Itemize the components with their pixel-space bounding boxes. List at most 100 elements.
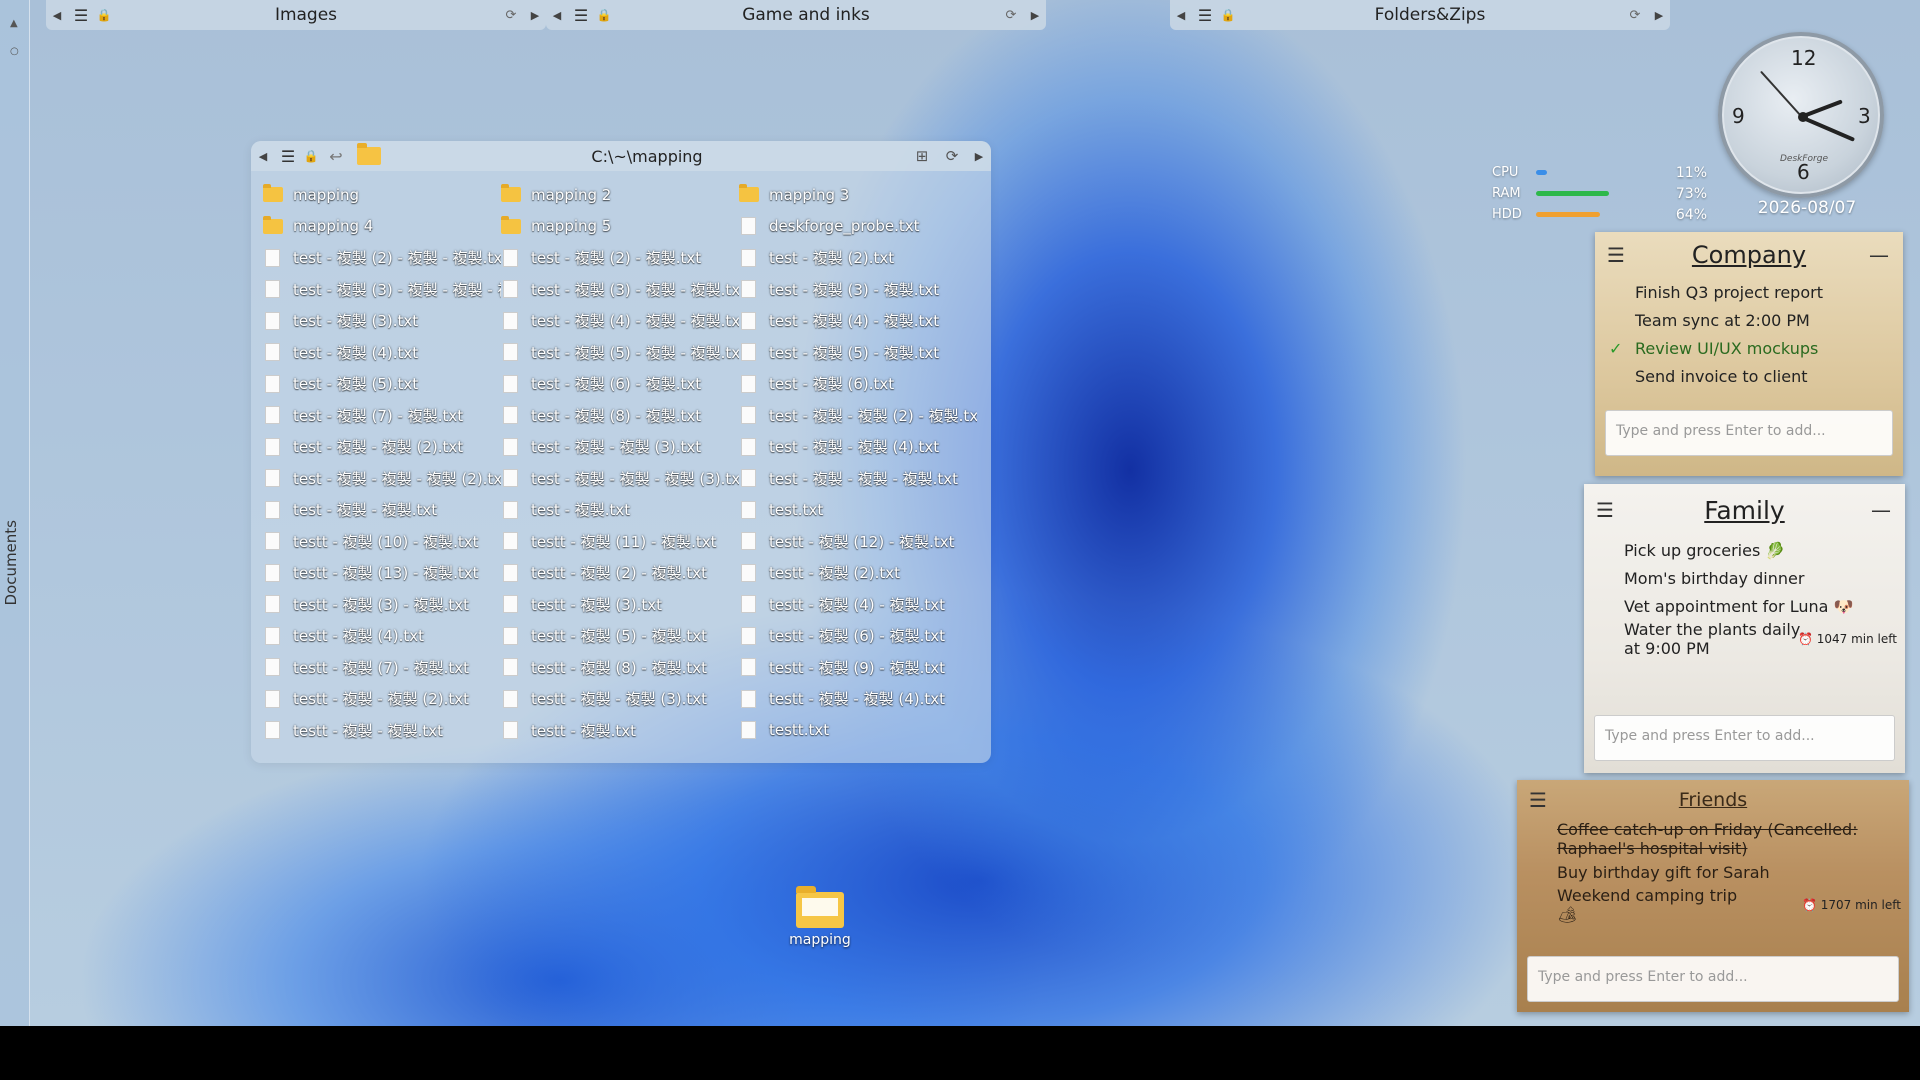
file-item[interactable]: test - 複製 (5) - 複製.txt	[739, 337, 977, 369]
file-item[interactable]: testt - 複製 - 複製.txt	[263, 715, 501, 747]
file-item[interactable]: test - 複製 (2) - 複製.txt	[501, 242, 739, 274]
file-item[interactable]: test - 複製 - 複製 (4).txt	[739, 431, 977, 463]
minimize-icon[interactable]: —	[1871, 498, 1891, 522]
menu-icon[interactable]: ☰	[1192, 6, 1218, 25]
file-item[interactable]: test - 複製 - 複製 - 複製 (3).txt	[501, 463, 739, 495]
lock-icon[interactable]: 🔒	[1218, 8, 1238, 22]
prev-arrow-icon[interactable]: ◀	[546, 9, 568, 22]
file-item[interactable]: testt - 複製 (9) - 複製.txt	[739, 652, 977, 684]
prev-arrow-icon[interactable]: ◀	[251, 150, 275, 163]
refresh-icon[interactable]: ○	[10, 46, 19, 57]
todo-item[interactable]: Send invoice to client	[1595, 362, 1903, 390]
folder-icon[interactable]	[796, 886, 844, 928]
file-item[interactable]: testt - 複製 (13) - 複製.txt	[263, 557, 501, 589]
fence-game-and-inks[interactable]: ◀ ☰ 🔒 Game and inks ⟳ ▶	[546, 0, 1046, 30]
refresh-icon[interactable]: ⟳	[937, 147, 967, 165]
lock-icon[interactable]: 🔒	[594, 8, 614, 22]
window-titlebar[interactable]: ◀ ☰ 🔒 ↩ C:\~\mapping ⊞ ⟳ ▶	[251, 141, 991, 171]
folder-item[interactable]: mapping 3	[739, 179, 977, 211]
todo-friends[interactable]: ☰ Friends Coffee catch-up on Friday (Can…	[1517, 780, 1909, 1012]
refresh-icon[interactable]: ⟳	[998, 8, 1024, 23]
grid-view-icon[interactable]: ⊞	[907, 147, 937, 165]
add-task-input[interactable]: Type and press Enter to add...	[1527, 956, 1899, 1002]
file-item[interactable]: testt - 複製 (3).txt	[501, 589, 739, 621]
file-item[interactable]: test - 複製 - 複製 (3).txt	[501, 431, 739, 463]
lock-icon[interactable]: 🔒	[94, 8, 114, 22]
todo-item[interactable]: Weekend camping trip 🏕 ⏰ 1707 min left	[1517, 886, 1909, 924]
file-item[interactable]: test - 複製 - 複製 - 複製 (2).txt	[263, 463, 501, 495]
menu-icon[interactable]: ☰	[1529, 788, 1547, 812]
file-item[interactable]: test - 複製.txt	[501, 494, 739, 526]
todo-item[interactable]: Mom's birthday dinner	[1584, 564, 1905, 592]
todo-item[interactable]: Buy birthday gift for Sarah	[1517, 858, 1909, 886]
file-item[interactable]: test - 複製 - 複製 (2) - 複製.txt	[739, 400, 977, 432]
menu-icon[interactable]: ☰	[1596, 498, 1614, 522]
file-item[interactable]: testt - 複製.txt	[501, 715, 739, 747]
refresh-icon[interactable]: ⟳	[1622, 8, 1648, 23]
todo-item[interactable]: Pick up groceries 🥬	[1584, 536, 1905, 564]
file-item[interactable]: test - 複製 (4) - 複製 - 複製.txt	[501, 305, 739, 337]
file-item[interactable]: test - 複製 (6) - 複製.txt	[501, 368, 739, 400]
file-item[interactable]: testt - 複製 (10) - 複製.txt	[263, 526, 501, 558]
file-item[interactable]: test - 複製 (2).txt	[739, 242, 977, 274]
minimize-icon[interactable]: —	[1869, 243, 1889, 267]
menu-icon[interactable]: ☰	[275, 147, 301, 166]
file-item[interactable]: testt.txt	[739, 715, 977, 747]
todo-family[interactable]: ☰ Family — Pick up groceries 🥬 Mom's birt…	[1584, 484, 1905, 773]
file-item[interactable]: testt - 複製 (8) - 複製.txt	[501, 652, 739, 684]
next-arrow-icon[interactable]: ▶	[967, 150, 991, 163]
file-item[interactable]: test - 複製 (3).txt	[263, 305, 501, 337]
file-item[interactable]: test - 複製 (8) - 複製.txt	[501, 400, 739, 432]
file-item[interactable]: test - 複製 (5).txt	[263, 368, 501, 400]
file-item[interactable]: testt - 複製 (2) - 複製.txt	[501, 557, 739, 589]
folder-item[interactable]: mapping	[263, 179, 501, 211]
folder-item[interactable]: mapping 4	[263, 211, 501, 243]
todo-item[interactable]: Coffee catch-up on Friday (Cancelled: Ra…	[1517, 820, 1909, 858]
file-item[interactable]: test - 複製 - 複製 (2).txt	[263, 431, 501, 463]
file-item[interactable]: test - 複製 - 複製 - 複製.txt	[739, 463, 977, 495]
file-item[interactable]: testt - 複製 (3) - 複製.txt	[263, 589, 501, 621]
file-item[interactable]: testt - 複製 (4) - 複製.txt	[739, 589, 977, 621]
menu-icon[interactable]: ☰	[68, 6, 94, 25]
next-arrow-icon[interactable]: ▶	[1024, 9, 1046, 22]
folder-item[interactable]: mapping 2	[501, 179, 739, 211]
checkmark-icon[interactable]: ✓	[1609, 339, 1622, 358]
fence-images[interactable]: ◀ ☰ 🔒 Images ⟳ ▶	[46, 0, 546, 30]
file-item[interactable]: test - 複製 (3) - 複製 - 複製 - 複	[263, 274, 501, 306]
next-arrow-icon[interactable]: ▶	[524, 9, 546, 22]
file-item[interactable]: testt - 複製 (5) - 複製.txt	[501, 620, 739, 652]
folder-icon[interactable]	[357, 143, 381, 165]
file-item[interactable]: test - 複製 (6).txt	[739, 368, 977, 400]
file-item[interactable]: test - 複製 (3) - 複製.txt	[739, 274, 977, 306]
todo-company[interactable]: ☰ Company — Finish Q3 project report Team…	[1595, 232, 1903, 476]
prev-arrow-icon[interactable]: ◀	[1170, 9, 1192, 22]
todo-item[interactable]: ✓ Review UI/UX mockups	[1595, 334, 1903, 362]
file-item[interactable]: test - 複製 - 複製.txt	[263, 494, 501, 526]
todo-item[interactable]: Finish Q3 project report	[1595, 278, 1903, 306]
folder-window[interactable]: ◀ ☰ 🔒 ↩ C:\~\mapping ⊞ ⟳ ▶ mapping mappin…	[251, 141, 991, 763]
file-item[interactable]: test.txt	[739, 494, 977, 526]
add-task-input[interactable]: Type and press Enter to add...	[1605, 410, 1893, 456]
folder-item[interactable]: mapping 5	[501, 211, 739, 243]
next-arrow-icon[interactable]: ▶	[1648, 9, 1670, 22]
file-item[interactable]: testt - 複製 - 複製 (2).txt	[263, 683, 501, 715]
add-task-input[interactable]: Type and press Enter to add...	[1594, 715, 1895, 761]
menu-icon[interactable]: ☰	[1607, 243, 1625, 267]
file-item[interactable]: test - 複製 (5) - 複製 - 複製.txt	[501, 337, 739, 369]
file-item[interactable]: testt - 複製 (7) - 複製.txt	[263, 652, 501, 684]
file-item[interactable]: testt - 複製 - 複製 (4).txt	[739, 683, 977, 715]
file-item[interactable]: test - 複製 (2) - 複製 - 複製.txt	[263, 242, 501, 274]
collapse-arrow-icon[interactable]: ▲	[10, 18, 18, 29]
file-item[interactable]: testt - 複製 (6) - 複製.txt	[739, 620, 977, 652]
prev-arrow-icon[interactable]: ◀	[46, 9, 68, 22]
back-icon[interactable]: ↩	[321, 147, 351, 166]
documents-side-fence[interactable]: ▲ ○ Documents	[0, 0, 30, 1026]
refresh-icon[interactable]: ⟳	[498, 8, 524, 23]
file-item[interactable]: test - 複製 (4) - 複製.txt	[739, 305, 977, 337]
file-item[interactable]: testt - 複製 (11) - 複製.txt	[501, 526, 739, 558]
todo-item[interactable]: Team sync at 2:00 PM	[1595, 306, 1903, 334]
file-item[interactable]: testt - 複製 - 複製 (3).txt	[501, 683, 739, 715]
file-item[interactable]: deskforge_probe.txt	[739, 211, 977, 243]
file-item[interactable]: testt - 複製 (2).txt	[739, 557, 977, 589]
lock-icon[interactable]: 🔒	[301, 149, 321, 163]
